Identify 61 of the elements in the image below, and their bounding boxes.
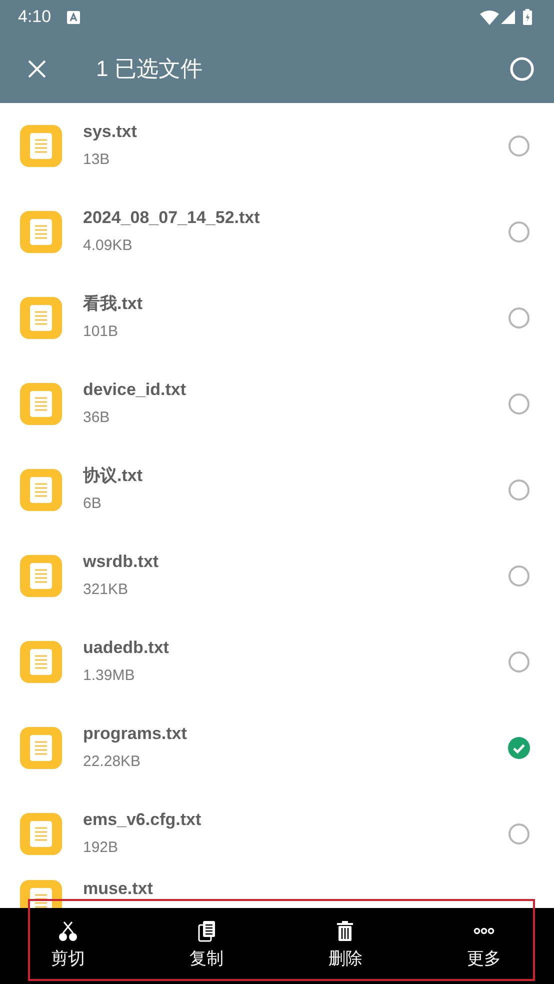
status-time: 4:10 [18,6,52,28]
select-all-checkbox[interactable] [510,56,534,80]
file-size: 4.09KB [83,236,134,256]
radio-button[interactable] [508,135,530,157]
file-name: sys.txt [83,120,138,143]
text-file-icon [20,641,62,683]
text-file-icon [20,813,62,855]
scissors-icon [57,920,79,942]
file-name: device_id.txt [83,378,187,401]
more-icon [472,927,495,936]
file-row[interactable]: ems_v6.cfg.txt 192B [0,791,554,877]
file-size: 22.28KB [83,752,142,772]
file-name: ems_v6.cfg.txt [83,808,202,831]
close-icon[interactable] [28,60,46,78]
radio-button[interactable] [508,221,530,243]
text-file-icon [20,297,62,339]
file-row[interactable]: 看我.txt 101B [0,275,554,361]
radio-button[interactable] [508,307,530,329]
signal-icon [501,10,515,24]
file-size: 101B [83,322,120,342]
file-name: wsrdb.txt [83,550,160,573]
file-name: programs.txt [83,722,188,745]
text-file-icon [20,125,62,167]
screen-title: 1 已选文件 [96,55,204,83]
file-row[interactable]: wsrdb.txt 321KB [0,533,554,619]
file-name: 协议.txt [83,464,144,487]
file-row[interactable]: device_id.txt 36B [0,361,554,447]
text-file-icon [20,727,62,769]
text-file-icon [20,211,62,253]
action-button[interactable]: 剪切 [38,920,98,972]
file-size: 192B [83,838,120,858]
file-size: 13B [83,150,111,170]
action-button[interactable]: 复制 [176,920,237,972]
radio-button[interactable] [508,479,530,501]
text-file-icon [20,469,62,511]
action-button[interactable]: 删除 [315,920,376,972]
file-row[interactable]: programs.txt 22.28KB [0,705,554,791]
checked-radio[interactable] [508,737,530,759]
radio-button[interactable] [508,651,530,673]
file-row[interactable]: 2024_08_07_14_52.txt 4.09KB [0,189,554,275]
file-row[interactable]: 协议.txt 6B [0,447,554,533]
file-name: 2024_08_07_14_52.txt [83,206,261,229]
file-name: 看我.txt [83,292,144,315]
radio-button[interactable] [508,565,530,587]
text-file-icon [20,383,62,425]
keyboard-notification-icon [67,10,80,24]
file-size: 36B [83,408,111,428]
battery-icon [523,9,532,25]
file-row[interactable]: sys.txt 13B [0,103,554,189]
file-row[interactable]: uadedb.txt 1.39MB [0,619,554,705]
wifi-icon [480,10,499,24]
file-name: uadedb.txt [83,636,170,659]
text-file-icon [20,555,62,597]
radio-button[interactable] [508,393,530,415]
file-size: 6B [83,494,102,514]
file-size: 1.39MB [83,666,136,686]
file-name: muse.txt [83,880,154,897]
action-button[interactable]: 更多 [454,920,514,972]
file-size: 321KB [83,580,130,600]
copy-icon [196,920,218,942]
radio-button[interactable] [508,823,530,845]
